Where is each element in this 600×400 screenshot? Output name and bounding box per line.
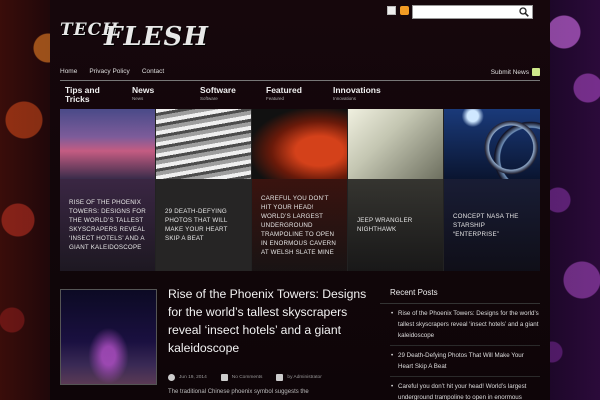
slide-image <box>348 109 443 179</box>
category-news[interactable]: News News <box>132 85 155 102</box>
sidebar-heading: Recent Posts <box>380 285 540 304</box>
submit-news-label: Submit News <box>490 68 529 76</box>
category-subtitle: Featured <box>266 96 285 101</box>
featured-slider: Rise of the Phoenix Towers: Designs for … <box>60 109 540 271</box>
slide[interactable]: 29 Death-Defying Photos That Will Make Y… <box>156 109 252 271</box>
category-featured[interactable]: Featured Featured <box>266 85 302 102</box>
post-comments[interactable]: No Comments <box>220 373 263 381</box>
post-author[interactable]: by Administrator <box>276 373 322 381</box>
recent-post-link[interactable]: 29 Death-Defying Photos That Will Make Y… <box>390 346 540 377</box>
search-input[interactable] <box>412 5 533 19</box>
recent-posts-list: Rise of the Phoenix Towers: Designs for … <box>380 304 540 400</box>
category-subtitle: Innovations <box>333 96 357 101</box>
category-title: Innovations <box>333 85 381 95</box>
post-date-text: Jun 19, 2014 <box>179 374 207 380</box>
category-title: Tips and Tricks <box>65 85 100 104</box>
category-tips-and-tricks[interactable]: Tips and Tricks <box>65 86 125 104</box>
comment-icon <box>220 373 228 381</box>
slide-image <box>156 109 251 179</box>
slide-image <box>252 109 347 179</box>
slide-caption: 29 Death-Defying Photos That Will Make Y… <box>156 179 251 271</box>
post-date: Jun 19, 2014 <box>168 373 207 381</box>
slide-caption-text: Jeep Wrangler Nighthawk <box>357 217 413 233</box>
post-comments-text: No Comments <box>231 374 263 380</box>
slide-caption: Rise of the Phoenix Towers: Designs for … <box>60 179 155 271</box>
slide-caption-text: 29 Death-Defying Photos That Will Make Y… <box>165 208 228 242</box>
category-innovations[interactable]: Innovations Innovations <box>333 85 381 102</box>
slide[interactable]: Careful you don’t hit your head! World’s… <box>252 109 348 271</box>
search-icon[interactable] <box>519 7 529 17</box>
post-meta: Jun 19, 2014 No Comments by Administrato… <box>168 372 378 382</box>
post-excerpt: The traditional Chinese phoenix symbol s… <box>168 389 309 395</box>
rss-icon[interactable] <box>400 6 409 15</box>
slide-caption: Concept NASA the Starship “Enterprise” <box>444 179 540 271</box>
slide-image <box>444 109 540 179</box>
recent-post-link[interactable]: Rise of the Phoenix Towers: Designs for … <box>390 304 540 346</box>
post-title[interactable]: Rise of the Phoenix Towers: Designs for … <box>168 285 378 357</box>
slide[interactable]: Concept NASA the Starship “Enterprise” <box>444 109 540 271</box>
author-icon <box>276 373 284 381</box>
slide-caption-text: Concept NASA the Starship “Enterprise” <box>453 212 519 238</box>
divider <box>60 80 540 81</box>
add-document-icon <box>532 68 540 76</box>
header-icons <box>387 6 409 15</box>
logo-part-flesh: FLESH <box>104 22 209 52</box>
category-subtitle: Software <box>200 96 218 101</box>
page-wrapper: TECH FLESH Home Privacy Policy Contact S… <box>50 0 550 400</box>
category-subtitle: News <box>132 96 144 101</box>
post-author-text: by Administrator <box>287 374 322 380</box>
submit-news-button[interactable]: Submit News <box>491 68 540 76</box>
category-navigation: Tips and Tricks News News Software Softw… <box>60 86 540 108</box>
bookmark-icon[interactable] <box>387 6 396 15</box>
slide-image <box>60 109 155 179</box>
recent-post-link[interactable]: Careful you don’t hit your head! World’s… <box>390 377 540 400</box>
slide[interactable]: Rise of the Phoenix Towers: Designs for … <box>60 109 156 271</box>
slide-caption-text: Rise of the Phoenix Towers: Designs for … <box>69 199 146 251</box>
clock-icon <box>168 373 175 381</box>
slide-caption-text: Careful you don’t hit your head! World’s… <box>261 194 336 256</box>
slide-caption: Jeep Wrangler Nighthawk <box>348 179 443 271</box>
category-title: Software <box>200 85 236 95</box>
category-title: News <box>132 85 155 95</box>
sidebar-recent-posts: Recent Posts Rise of the Phoenix Towers:… <box>380 285 540 400</box>
category-title: Featured <box>266 85 302 95</box>
slide[interactable]: Jeep Wrangler Nighthawk <box>348 109 444 271</box>
category-software[interactable]: Software Software <box>200 85 236 102</box>
slide-caption: Careful you don’t hit your head! World’s… <box>252 179 347 271</box>
post-thumbnail[interactable] <box>60 289 157 385</box>
